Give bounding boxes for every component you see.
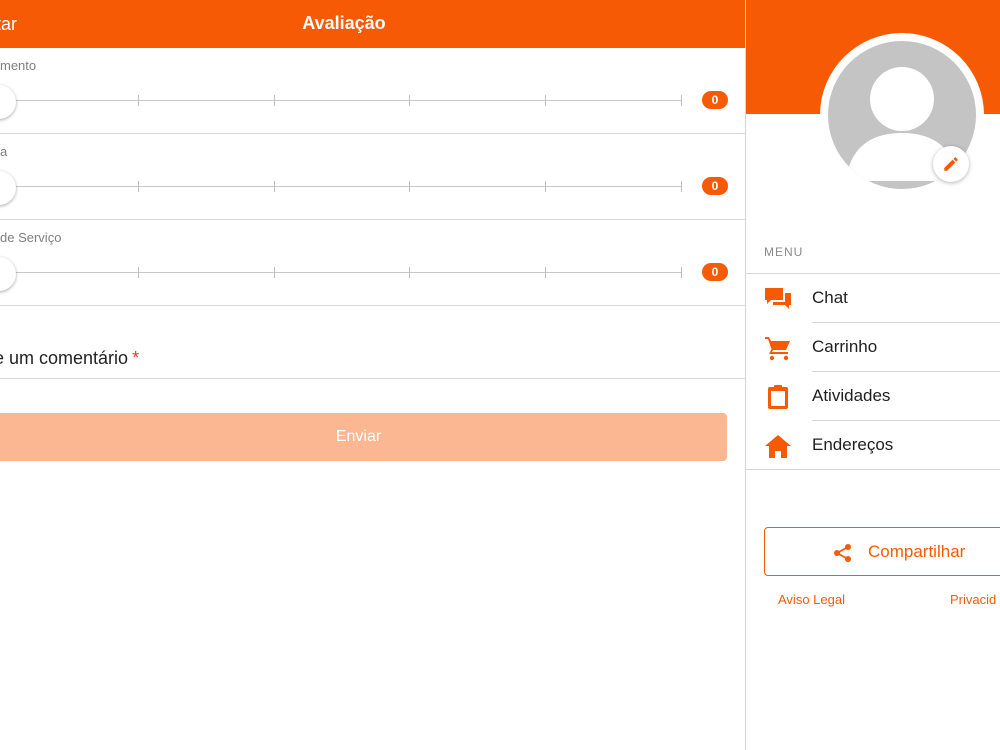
rating-slider-thumb[interactable] xyxy=(0,85,16,119)
top-bar: tar Avaliação xyxy=(0,0,745,48)
clipboard-icon xyxy=(768,385,788,409)
page-title: Avaliação xyxy=(302,13,386,33)
rating-label: a xyxy=(0,144,8,159)
rating-slider-thumb[interactable] xyxy=(0,257,16,291)
sidebar-item-label: Carrinho xyxy=(812,337,878,356)
slider-tick xyxy=(274,95,275,106)
rating-slider-track[interactable] xyxy=(0,267,682,278)
rating-slider-thumb[interactable] xyxy=(0,171,16,205)
sidebar-item-label: Endereços xyxy=(812,435,894,454)
share-button[interactable]: Compartilhar xyxy=(764,527,1000,576)
slider-tick xyxy=(274,181,275,192)
evaluation-pane: tar Avaliação mento 0 a xyxy=(0,0,745,750)
rating-slider-track[interactable] xyxy=(0,181,682,192)
legal-notice-link[interactable]: Aviso Legal xyxy=(778,592,845,607)
rating-value-badge: 0 xyxy=(702,91,728,109)
sidebar-item-chat[interactable]: Chat xyxy=(746,274,1000,323)
pencil-icon xyxy=(944,157,958,171)
slider-tick xyxy=(138,181,139,192)
share-button-label: Compartilhar xyxy=(868,542,966,561)
rating-value-badge: 0 xyxy=(702,263,728,281)
sidebar-item-label: Chat xyxy=(812,288,848,307)
chat-icon xyxy=(765,288,791,309)
slider-tick xyxy=(681,267,682,278)
edit-avatar-button[interactable] xyxy=(933,146,969,182)
rating-label: mento xyxy=(0,58,37,73)
slider-tick xyxy=(138,95,139,106)
home-icon xyxy=(765,435,791,458)
comment-field[interactable]: e um comentário * xyxy=(0,306,745,379)
slider-tick xyxy=(409,181,410,192)
rating-row: de Serviço 0 xyxy=(0,220,745,306)
privacy-link[interactable]: Privacid xyxy=(950,592,996,607)
sidebar-item-enderecos[interactable]: Endereços xyxy=(746,421,1000,470)
slider-tick xyxy=(545,181,546,192)
app-root: tar Avaliação mento 0 a xyxy=(0,0,1000,750)
rating-row: mento 0 xyxy=(0,48,745,134)
cart-icon xyxy=(765,337,790,361)
comment-label: e um comentário * xyxy=(0,348,139,369)
share-icon xyxy=(834,544,851,562)
slider-tick xyxy=(409,267,410,278)
slider-tick xyxy=(274,267,275,278)
menu-header: MENU xyxy=(764,245,804,259)
slider-tick xyxy=(545,95,546,106)
sidebar-item-carrinho[interactable]: Carrinho xyxy=(746,323,1000,372)
slider-tick xyxy=(409,95,410,106)
sidebar-item-atividades[interactable]: Atividades xyxy=(746,372,1000,421)
slider-tick xyxy=(681,181,682,192)
rating-value-badge: 0 xyxy=(702,177,728,195)
rating-row: a 0 xyxy=(0,134,745,220)
comment-label-text: e um comentário xyxy=(0,348,129,368)
divider xyxy=(746,469,1000,470)
sidebar-item-label: Atividades xyxy=(812,386,891,405)
rating-slider-track[interactable] xyxy=(0,95,682,106)
slider-tick xyxy=(545,267,546,278)
required-mark: * xyxy=(132,348,140,368)
send-button[interactable]: Enviar xyxy=(0,413,727,461)
rating-label: de Serviço xyxy=(0,230,62,245)
slider-tick xyxy=(681,95,682,106)
slider-tick xyxy=(138,267,139,278)
side-menu: MENU Chat Carrinho Atividades Endereços … xyxy=(745,0,1000,750)
